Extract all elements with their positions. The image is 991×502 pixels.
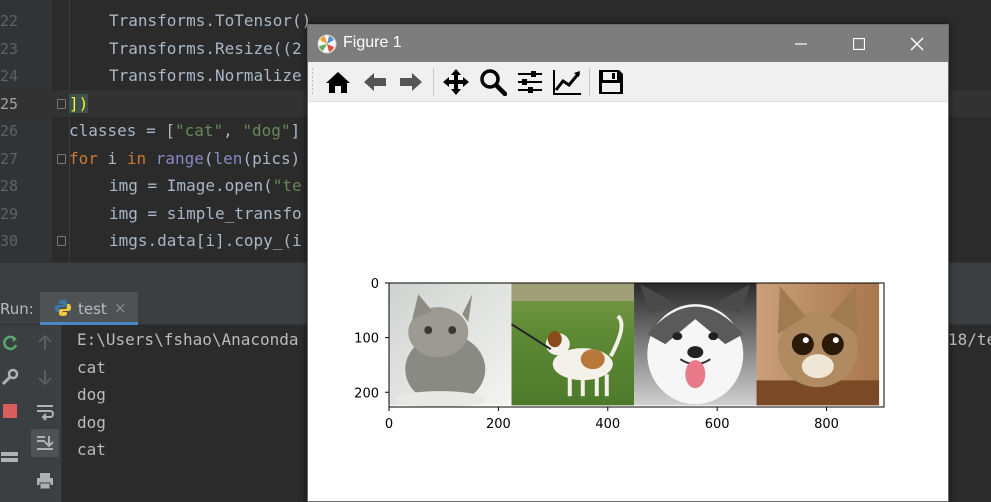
- edit-curves-icon: [553, 70, 581, 95]
- layout-icon[interactable]: [0, 447, 20, 467]
- x-tick-label: 400: [595, 417, 620, 432]
- console-command-line: E:\Users\fshao\Anaconda: [77, 330, 299, 349]
- plot-axes: 0 200 400 600 800 0 100 200: [354, 277, 885, 432]
- console-toolbar: [28, 325, 62, 502]
- fold-marker-icon[interactable]: [57, 154, 66, 164]
- maximize-button[interactable]: [830, 25, 888, 62]
- code-text: classes = ["cat", "dog"]: [69, 121, 301, 140]
- forward-button[interactable]: [395, 67, 427, 97]
- back-button[interactable]: [359, 67, 391, 97]
- plot-canvas[interactable]: 0 200 400 600 800 0 100 200: [308, 103, 948, 501]
- maximize-icon: [853, 37, 865, 50]
- subplots-button[interactable]: [514, 67, 546, 97]
- image-tile: [634, 283, 757, 406]
- save-icon: [599, 70, 623, 94]
- zoom-button[interactable]: [477, 67, 509, 97]
- y-tick-label: 100: [354, 332, 379, 347]
- save-button[interactable]: [595, 67, 627, 97]
- y-tick-label: 200: [354, 386, 379, 401]
- arrow-up-icon[interactable]: [35, 333, 55, 353]
- matplotlib-logo-icon: [317, 34, 337, 54]
- code-text: Transforms.ToTensor(): [109, 11, 312, 30]
- scroll-to-end-icon: [37, 436, 54, 450]
- pan-button[interactable]: [440, 67, 472, 97]
- line-number: 30: [0, 232, 19, 250]
- zoom-icon: [480, 69, 507, 96]
- console-output-line: dog: [77, 413, 106, 432]
- toolbar-grip: [312, 68, 313, 96]
- x-tick-label: 800: [814, 417, 839, 432]
- code-text: Transforms.Resize((2: [109, 39, 302, 58]
- line-number: 24: [0, 67, 19, 85]
- toolbar-separator: [589, 68, 590, 96]
- run-label: Run:: [0, 300, 34, 318]
- fold-marker-icon[interactable]: [57, 236, 66, 246]
- x-tick-label: 200: [486, 417, 511, 432]
- run-tab-label: test: [78, 300, 107, 318]
- scroll-to-end-toggle[interactable]: [31, 429, 59, 457]
- run-toolbar: [0, 325, 28, 502]
- rerun-icon[interactable]: [0, 333, 20, 353]
- y-axis-ticks: 0 100 200: [354, 277, 389, 401]
- python-icon: [55, 300, 71, 316]
- forward-icon: [400, 73, 422, 91]
- figure-window: Figure 1 0 200 400 600 800 0 100 200: [307, 24, 949, 502]
- stop-icon[interactable]: [0, 401, 20, 421]
- console-command-tail: 18/te: [948, 330, 991, 349]
- x-axis-ticks: 0 200 400 600 800: [385, 407, 839, 432]
- subplots-icon: [518, 71, 542, 93]
- image-strip: [389, 283, 880, 408]
- plot-svg: 0 200 400 600 800 0 100 200: [354, 277, 885, 432]
- edit-curves-button[interactable]: [551, 67, 583, 97]
- line-number: 23: [0, 40, 19, 58]
- code-text: Transforms.Normalize: [109, 66, 302, 85]
- print-icon[interactable]: [35, 471, 55, 491]
- image-tile: [756, 283, 880, 406]
- fold-marker-icon[interactable]: [57, 99, 66, 109]
- close-button[interactable]: [888, 25, 946, 62]
- close-icon[interactable]: ×: [114, 299, 127, 317]
- x-tick-label: 0: [385, 417, 393, 432]
- arrow-down-icon[interactable]: [35, 367, 55, 387]
- y-tick-label: 0: [371, 277, 379, 292]
- image-tile: [389, 283, 512, 408]
- line-number: 29: [0, 205, 19, 223]
- run-tab-test[interactable]: test ×: [40, 292, 138, 325]
- code-text: img = simple_transfo: [109, 204, 302, 223]
- code-text: imgs.data[i].copy_(i: [109, 231, 302, 250]
- minimize-button[interactable]: [772, 25, 830, 62]
- home-button[interactable]: [322, 67, 354, 97]
- minimize-icon: [795, 42, 807, 45]
- toolbar-separator: [433, 68, 434, 96]
- x-tick-label: 600: [705, 417, 730, 432]
- wrench-icon[interactable]: [0, 367, 20, 387]
- soft-wrap-icon[interactable]: [35, 401, 55, 421]
- code-text: img = Image.open("te: [109, 176, 302, 195]
- image-tile: [510, 283, 635, 406]
- back-icon: [364, 73, 386, 91]
- home-icon: [326, 72, 350, 93]
- close-icon: [910, 37, 924, 50]
- code-text: for i in range(len(pics): [69, 149, 301, 168]
- window-titlebar[interactable]: Figure 1: [308, 25, 948, 62]
- console-output-line: cat: [77, 440, 106, 459]
- line-number: 28: [0, 177, 19, 195]
- plot-toolbar: [308, 62, 948, 102]
- console-output-line: dog: [77, 385, 106, 404]
- window-title: Figure 1: [343, 34, 402, 51]
- console-output-line: cat: [77, 358, 106, 377]
- code-text: ]): [69, 94, 89, 113]
- line-number: 22: [0, 12, 19, 30]
- pan-icon: [443, 69, 469, 95]
- line-number: 26: [0, 122, 19, 140]
- line-number: 27: [0, 150, 19, 168]
- line-number: 25: [0, 95, 19, 113]
